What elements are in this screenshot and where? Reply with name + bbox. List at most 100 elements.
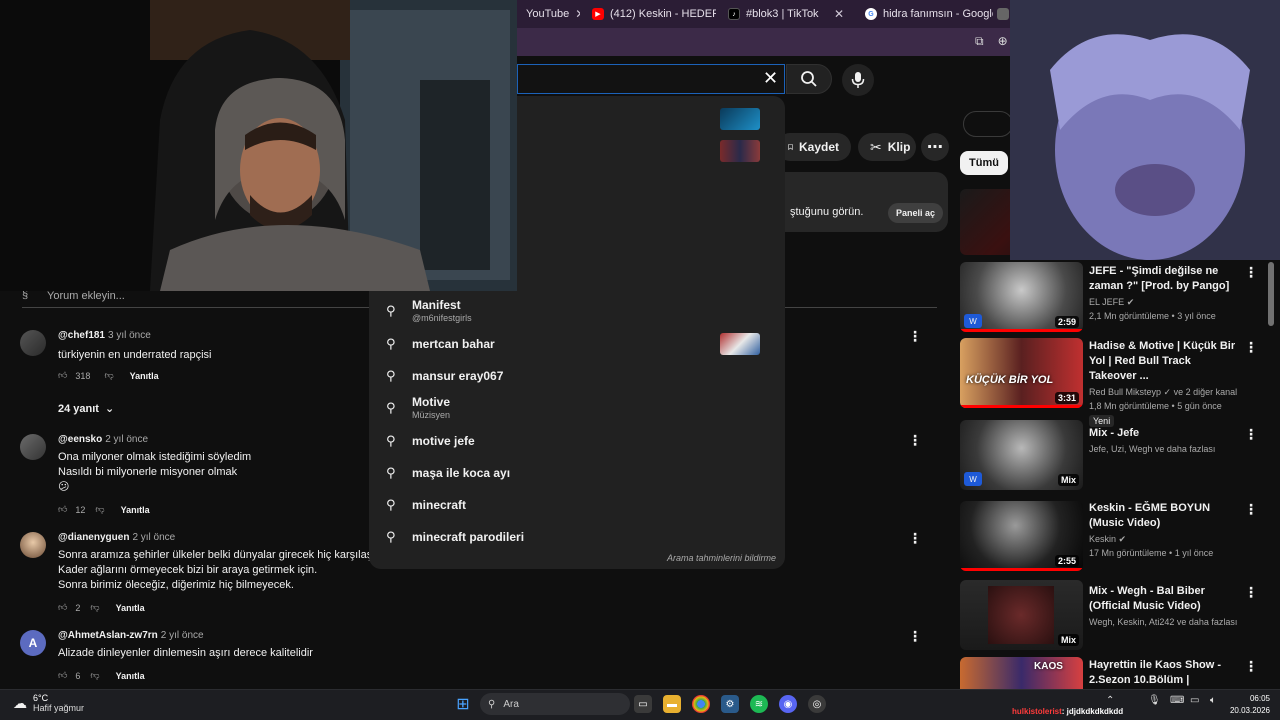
start-icon[interactable]: ⊞ [454, 695, 472, 713]
comment-menu-button[interactable]: ⋮ [908, 628, 922, 645]
channel-name[interactable]: Jefe, Uzi, Wegh ve daha fazlası [1089, 444, 1239, 454]
reply-button[interactable]: Yanıtla [116, 603, 145, 613]
channel-name[interactable]: EL JEFE ✔ [1089, 297, 1239, 308]
chevron-up-icon[interactable]: ⌃ [1106, 695, 1114, 706]
report-predictions-link[interactable]: Arama tahminlerini bildirme [667, 553, 776, 563]
close-icon[interactable]: ✕ [575, 7, 580, 21]
discord-icon[interactable]: ◉ [779, 695, 797, 713]
video-thumbnail[interactable]: W Mix [960, 420, 1083, 490]
comment-menu-button[interactable]: ⋮ [908, 328, 922, 345]
keyboard-icon[interactable]: ⌨ [1170, 695, 1184, 706]
like-button[interactable]: 👍︎ 318 [58, 370, 90, 381]
filter-chip-all[interactable]: Tümü [960, 151, 1008, 175]
video-menu-button[interactable]: ⋮ [1244, 426, 1258, 443]
suggestion-thumbnail[interactable] [720, 108, 760, 130]
video-info[interactable]: Hadise & Motive | Küçük Bir Yol | Red Bu… [1089, 339, 1239, 427]
video-thumbnail[interactable]: Mix [960, 580, 1083, 650]
open-panel-button[interactable]: Paneli aç [888, 203, 944, 223]
taskbar-search[interactable]: ⚲ Ara [480, 693, 630, 715]
suggestion-item[interactable]: ⚲ mansur eray067 [386, 368, 503, 384]
avatar[interactable] [20, 434, 46, 460]
browser-tab-extra[interactable] [995, 3, 1011, 25]
video-info[interactable]: JEFE - "Şimdi değilse ne zaman ?" [Prod.… [1089, 264, 1239, 321]
comment-time[interactable]: 2 yıl önce [105, 434, 148, 445]
avatar[interactable]: A [20, 630, 46, 656]
more-actions-button[interactable]: ⋯ [921, 133, 949, 161]
browser-tab-google[interactable]: G hidra fanımsın - Google ✕ [857, 3, 993, 25]
dislike-button[interactable]: 👎︎ [90, 670, 99, 681]
obs-icon[interactable]: ◎ [808, 695, 826, 713]
clip-button[interactable]: ✂ Klip [858, 133, 916, 161]
spotify-icon[interactable]: ≋ [750, 695, 768, 713]
video-thumbnail[interactable]: KAOS [960, 657, 1083, 689]
view-replies-button[interactable]: 24 yanıt ⌄ [58, 402, 114, 416]
voice-search-button[interactable] [842, 64, 874, 96]
suggestion-item[interactable]: ⚲ minecraft [386, 497, 466, 513]
browser-tab-youtube[interactable]: YouTube ✕ [518, 3, 580, 25]
comment-author[interactable]: @dianenyguen [58, 532, 129, 543]
dislike-button[interactable]: 👎︎ [95, 504, 104, 515]
dislike-button[interactable]: 👎︎ [104, 370, 113, 381]
comment-author[interactable]: @AhmetAslan-zw7rn [58, 630, 158, 641]
reply-button[interactable]: Yanıtla [121, 505, 150, 515]
comment-menu-button[interactable]: ⋮ [908, 530, 922, 547]
suggestion-thumbnail[interactable] [720, 140, 760, 162]
channel-name[interactable]: Red Bull Miksteyp ✓ ve 2 diğer kanal [1089, 387, 1239, 398]
suggestion-thumbnail[interactable] [720, 333, 760, 355]
close-icon[interactable]: ✕ [834, 7, 844, 21]
avatar[interactable] [20, 532, 46, 558]
suggestion-item[interactable]: ⚲ mertcan bahar [386, 336, 495, 352]
channel-name[interactable]: Keskin ✔ [1089, 534, 1239, 545]
suggestion-item[interactable]: ⚲ minecraft parodileri [386, 529, 524, 545]
video-menu-button[interactable]: ⋮ [1244, 584, 1258, 601]
comment-menu-button[interactable]: ⋮ [908, 432, 922, 449]
comment-time[interactable]: 2 yıl önce [161, 630, 204, 641]
video-menu-button[interactable]: ⋮ [1244, 658, 1258, 675]
video-title[interactable]: JEFE - "Şimdi değilse ne zaman ?" [Prod.… [1089, 264, 1239, 294]
steam-icon[interactable]: ⚙ [721, 695, 739, 713]
search-button[interactable] [786, 64, 832, 94]
video-info[interactable]: Mix - Wegh - Bal Biber (Official Music V… [1089, 584, 1239, 627]
zoom-icon[interactable]: ⊕ [998, 34, 1008, 49]
suggestion-item[interactable]: ⚲ motive jefe [386, 433, 475, 449]
video-title[interactable]: Mix - Jefe [1089, 426, 1239, 441]
comment-author[interactable]: @eensko [58, 434, 102, 445]
avatar[interactable] [20, 330, 46, 356]
comment-author[interactable]: @chef181 [58, 330, 105, 341]
video-menu-button[interactable]: ⋮ [1244, 339, 1258, 356]
video-menu-button[interactable]: ⋮ [1244, 501, 1258, 518]
dislike-button[interactable]: 👎︎ [90, 602, 99, 613]
video-info[interactable]: Keskin - EĞME BOYUN (Music Video) Keskin… [1089, 501, 1239, 558]
clock[interactable]: 06:05 20.03.2026 [1228, 693, 1270, 717]
video-info[interactable]: Mix - Jefe Jefe, Uzi, Wegh ve daha fazla… [1089, 426, 1239, 454]
video-title[interactable]: Hadise & Motive | Küçük Bir Yol | Red Bu… [1089, 339, 1239, 384]
video-title[interactable]: Mix - Wegh - Bal Biber (Official Music V… [1089, 584, 1239, 614]
network-icon[interactable]: ▭ [1190, 695, 1199, 706]
browser-tab-tiktok[interactable]: ♪ #blok3 | TikTok ✕ [720, 3, 852, 25]
like-button[interactable]: 👍︎ 6 [58, 670, 80, 681]
close-icon[interactable]: ✕ [763, 68, 778, 89]
save-button[interactable]: Kaydet [776, 133, 851, 161]
sidebar-search-chip[interactable] [963, 111, 1013, 137]
suggestion-item[interactable]: ⚲ maşa ile koca ayı [386, 465, 510, 481]
video-title[interactable]: Keskin - EĞME BOYUN (Music Video) [1089, 501, 1239, 531]
video-menu-button[interactable]: ⋮ [1244, 264, 1258, 281]
chrome-icon[interactable] [692, 695, 710, 713]
microphone-icon[interactable]: 🎙︎ [1148, 695, 1161, 706]
volume-icon[interactable]: 🔈︎ [1210, 695, 1216, 706]
browser-tab-keskin[interactable]: ▶ (412) Keskin - HEDEF RM ✕ [584, 3, 716, 25]
cast-icon[interactable]: ⧉ [975, 34, 984, 49]
video-thumbnail[interactable]: KÜÇÜK BİR YOL 3:31 [960, 338, 1083, 408]
suggestion-item[interactable]: ⚲ Motive Müzisyen [386, 395, 450, 420]
suggestion-item[interactable]: ⚲ Manifest @m6nifestgirls [386, 298, 472, 323]
weather-widget[interactable]: ☁ 6°C Hafif yağmur [13, 693, 84, 713]
task-view-icon[interactable]: ▭ [634, 695, 652, 713]
comment-time[interactable]: 3 yıl önce [108, 330, 151, 341]
reply-button[interactable]: Yanıtla [116, 671, 145, 681]
channel-name[interactable]: Wegh, Keskin, Ati242 ve daha fazlası [1089, 617, 1239, 627]
scrollbar[interactable] [1268, 262, 1274, 326]
video-thumbnail[interactable]: 2:55 [960, 501, 1083, 571]
file-explorer-icon[interactable]: ▬ [663, 695, 681, 713]
like-button[interactable]: 👍︎ 2 [58, 602, 80, 613]
video-thumbnail[interactable]: W 2:59 [960, 262, 1083, 332]
